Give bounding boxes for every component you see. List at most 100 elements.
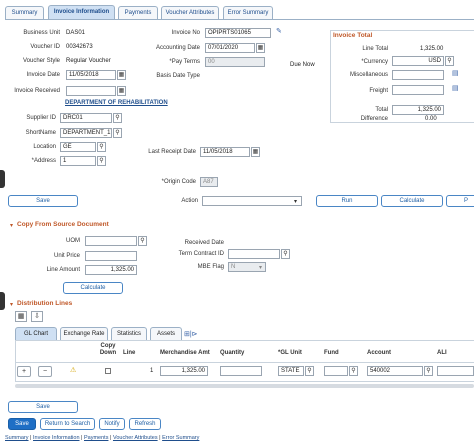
tab-error-summary[interactable]: Error Summary — [223, 6, 273, 19]
ali-input[interactable] — [437, 366, 474, 376]
horizontal-scrollbar[interactable] — [15, 384, 474, 388]
footer-link-error-summary[interactable]: Error Summary — [162, 435, 199, 441]
save-button[interactable]: Save — [8, 195, 78, 207]
address-label: *Address — [31, 158, 56, 164]
footer-link-payments[interactable]: Payments — [84, 435, 108, 441]
footer-links: Summary | Invoice Information | Payments… — [5, 435, 200, 441]
footer-link-invoice-information[interactable]: Invoice Information — [33, 435, 79, 441]
download-icon[interactable]: ⇩ — [31, 311, 43, 322]
origin-code-label: *Origin Code — [161, 179, 196, 185]
search-icon[interactable]: ⚲ — [113, 128, 122, 138]
short-name-input[interactable]: DEPARTMENT_17 — [60, 128, 112, 138]
calendar-icon[interactable]: ▦ — [117, 86, 126, 96]
search-icon[interactable]: ⚲ — [97, 156, 106, 166]
chevron-down-icon: ▾ — [259, 265, 263, 271]
calculate-button[interactable]: Calculate — [381, 195, 443, 207]
side-handle[interactable] — [0, 170, 5, 188]
account-input[interactable]: 540002 — [367, 366, 423, 376]
return-to-search-button[interactable]: Return to Search — [40, 418, 95, 430]
delete-row-button[interactable]: − — [38, 366, 52, 377]
action-select[interactable] — [202, 196, 302, 206]
calendar-icon[interactable]: ▦ — [117, 70, 126, 80]
freight-input[interactable] — [392, 85, 444, 95]
location-input[interactable]: GE — [60, 142, 96, 152]
unit-price-input[interactable] — [85, 251, 137, 261]
search-icon[interactable]: ⚲ — [305, 366, 314, 376]
search-icon[interactable]: ⚲ — [349, 366, 358, 376]
tab-gl-chart[interactable]: GL Chart — [15, 327, 57, 340]
copy-down-checkbox[interactable] — [105, 368, 111, 374]
fund-input[interactable] — [324, 366, 348, 376]
footer-link-summary[interactable]: Summary — [5, 435, 29, 441]
term-contract-label: Term Contract ID — [178, 251, 224, 257]
miscellaneous-label: Miscellaneous — [349, 72, 388, 78]
tab-invoice-information[interactable]: Invoice Information — [48, 5, 115, 19]
supplier-name-link[interactable]: DEPARTMENT OF REHABILITATION — [65, 100, 168, 106]
invoice-date-input[interactable]: 11/05/2018 — [66, 70, 116, 80]
uom-input[interactable] — [85, 236, 137, 246]
difference-label: Difference — [360, 116, 388, 122]
chevron-down-icon[interactable]: ▾ — [10, 222, 13, 229]
save-button-lower[interactable]: Save — [8, 401, 78, 413]
freight-label: Freight — [369, 88, 388, 94]
tab-assets[interactable]: Assets — [150, 327, 182, 340]
overflow-button[interactable]: P — [446, 195, 474, 207]
grid-view-icon[interactable]: ▦ — [15, 311, 27, 322]
search-icon[interactable]: ⚲ — [445, 56, 454, 66]
distribution-lines-title[interactable]: Distribution Lines — [17, 300, 72, 307]
refresh-button[interactable]: Refresh — [129, 418, 161, 430]
edit-icon[interactable]: ✎ — [276, 28, 282, 36]
invoice-received-input[interactable] — [66, 86, 116, 96]
total-input[interactable]: 1,325.00 — [392, 105, 444, 115]
tab-payments[interactable]: Payments — [118, 6, 158, 19]
line-total-label: Line Total — [362, 46, 388, 52]
term-contract-input[interactable] — [228, 249, 280, 259]
last-receipt-label: Last Receipt Date — [148, 149, 196, 155]
tab-statistics[interactable]: Statistics — [111, 327, 147, 340]
tab-summary[interactable]: Summary — [5, 6, 44, 19]
supplier-id-label: Supplier ID — [26, 115, 56, 121]
col-line: Line — [123, 350, 136, 356]
search-icon[interactable]: ⚲ — [97, 142, 106, 152]
chevron-down-icon[interactable]: ▾ — [10, 301, 13, 308]
show-all-columns-icon[interactable]: ⊞|⊳ — [184, 330, 198, 338]
copy-calculate-button[interactable]: Calculate — [63, 282, 123, 294]
notify-button[interactable]: Notify — [99, 418, 125, 430]
calendar-icon[interactable]: ▦ — [256, 43, 265, 53]
save-button-primary[interactable]: Save — [8, 418, 36, 430]
tab-exchange-rate[interactable]: Exchange Rate — [60, 327, 108, 340]
chevron-down-icon[interactable]: ▾ — [294, 198, 297, 205]
details-icon[interactable]: ▤ — [452, 70, 459, 78]
accounting-date-input[interactable]: 07/01/2020 — [205, 43, 255, 53]
voucher-id-value: 00342673 — [66, 44, 93, 50]
total-label: Total — [375, 107, 388, 113]
address-input[interactable]: 1 — [60, 156, 96, 166]
details-icon[interactable]: ▤ — [452, 85, 459, 93]
search-icon[interactable]: ⚲ — [281, 249, 290, 259]
footer-link-voucher-attributes[interactable]: Voucher Attributes — [113, 435, 158, 441]
warning-icon: ⚠ — [70, 367, 77, 374]
miscellaneous-input[interactable] — [392, 70, 444, 80]
mbe-flag-label: MBE Flag — [197, 264, 224, 270]
location-label: Location — [33, 144, 56, 150]
merchandise-amt-input[interactable]: 1,325.00 — [160, 366, 208, 376]
copy-source-title[interactable]: Copy From Source Document — [17, 221, 109, 228]
search-icon[interactable]: ⚲ — [138, 236, 147, 246]
tab-voucher-attributes[interactable]: Voucher Attributes — [161, 6, 219, 19]
last-receipt-input[interactable]: 11/05/2018 — [200, 147, 250, 157]
run-button[interactable]: Run — [316, 195, 378, 207]
add-row-button[interactable]: + — [17, 366, 31, 377]
quantity-input[interactable] — [220, 366, 262, 376]
side-handle[interactable] — [0, 292, 5, 310]
line-amount-input[interactable]: 1,325.00 — [85, 265, 137, 275]
search-icon[interactable]: ⚲ — [424, 366, 433, 376]
currency-input[interactable]: USD — [392, 56, 444, 66]
gl-unit-input[interactable]: STATE — [278, 366, 304, 376]
supplier-id-input[interactable]: DRC01 — [60, 113, 112, 123]
calendar-icon[interactable]: ▦ — [251, 147, 260, 157]
tab-divider — [5, 19, 474, 20]
row-line: 1 — [150, 368, 154, 374]
line-total-value: 1,325.00 — [420, 46, 444, 52]
invoice-no-input[interactable]: OPIPRTS01065 — [205, 28, 271, 38]
search-icon[interactable]: ⚲ — [113, 113, 122, 123]
